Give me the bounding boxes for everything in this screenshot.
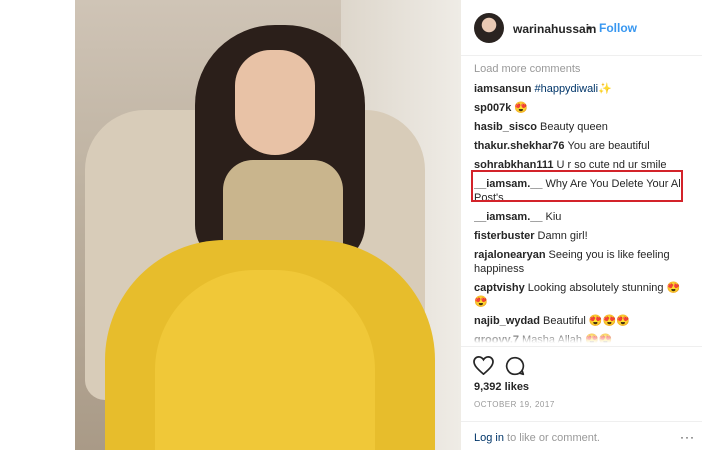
heart-icon[interactable]: [473, 355, 495, 378]
comment-text[interactable]: #happydiwali✨: [534, 83, 611, 95]
login-link[interactable]: Log in: [474, 432, 504, 444]
load-more-comments-button[interactable]: Load more comments: [474, 63, 688, 75]
likes-count[interactable]: 9,392 likes: [474, 381, 529, 393]
comment-username[interactable]: sp007k: [474, 102, 511, 114]
comment-username[interactable]: __iamsam.__: [474, 211, 543, 223]
divider: [461, 421, 702, 422]
comment-item: thakur.shekhar76 You are beautiful: [474, 139, 688, 153]
more-options-icon[interactable]: ···: [680, 430, 695, 444]
comments-fade: [474, 331, 688, 343]
comment-username[interactable]: fisterbuster: [474, 230, 535, 242]
post-header: warinahussain • Follow: [461, 0, 702, 56]
comment-item: fisterbuster Damn girl!: [474, 229, 688, 243]
comment-username[interactable]: rajalonearyan: [474, 249, 546, 261]
avatar[interactable]: [474, 13, 504, 43]
comments-list[interactable]: Load more comments iamsansun #happydiwali…: [474, 63, 688, 343]
post-photo[interactable]: [75, 0, 461, 450]
comment-item: captvishy Looking absolutely stunning 😍😍: [474, 281, 688, 309]
comment-item: __iamsam.__ Kiu: [474, 210, 688, 224]
comment-text: You are beautiful: [567, 140, 650, 152]
highlight-box: [471, 170, 683, 202]
comment-item: hasib_sisco Beauty queen: [474, 120, 688, 134]
comment-text: Beauty queen: [539, 121, 608, 133]
comment-item: sp007k 😍: [474, 101, 688, 115]
comment-item: rajalonearyan Seeing you is like feeling …: [474, 248, 688, 276]
comment-icon[interactable]: [505, 356, 527, 378]
comment-item: iamsansun #happydiwali✨: [474, 82, 688, 96]
comment-username[interactable]: captvishy: [474, 282, 525, 294]
comment-username[interactable]: iamsansun: [474, 83, 531, 95]
comment-text: Beautiful 😍😍😍: [543, 315, 630, 327]
login-prompt: Log in to like or comment.: [474, 432, 600, 444]
comment-username[interactable]: najib_wydad: [474, 315, 540, 327]
comment-username[interactable]: hasib_sisco: [474, 121, 537, 133]
header-separator: •: [587, 21, 592, 35]
comment-item: najib_wydad Beautiful 😍😍😍: [474, 314, 688, 328]
login-prompt-text: to like or comment.: [503, 432, 600, 444]
comment-username[interactable]: thakur.shekhar76: [474, 140, 565, 152]
photo-face: [235, 50, 315, 155]
comment-text: Damn girl!: [537, 230, 588, 242]
divider: [461, 346, 702, 347]
comment-text: 😍: [514, 102, 529, 114]
post-date: OCTOBER 19, 2017: [474, 400, 555, 409]
header-username[interactable]: warinahussain: [513, 22, 596, 36]
follow-button[interactable]: Follow: [599, 21, 637, 35]
photo-skirt-highlight: [155, 270, 375, 450]
comment-text: Kiu: [545, 211, 562, 223]
